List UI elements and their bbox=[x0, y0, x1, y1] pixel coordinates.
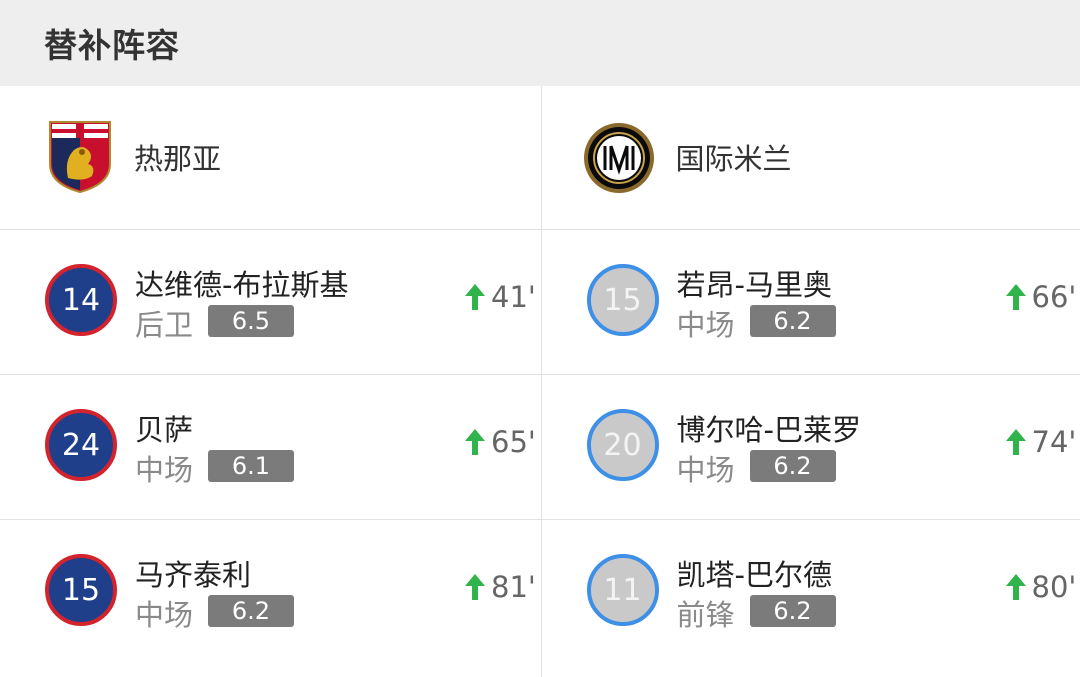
jersey-number-badge: 24 bbox=[45, 409, 117, 481]
rating-badge: 6.2 bbox=[749, 305, 836, 337]
sub-in-time: 80' bbox=[1004, 570, 1077, 604]
player-position: 中场 bbox=[676, 308, 735, 342]
sub-minute: 65' bbox=[491, 425, 536, 459]
away-substitute[interactable]: 15 若昂-马里奥 中场 6.2 66' bbox=[542, 230, 1080, 374]
sub-minute: 66' bbox=[1031, 280, 1077, 314]
player-position: 后卫 bbox=[135, 308, 194, 342]
player-name: 博尔哈-巴莱罗 bbox=[676, 413, 861, 447]
home-team-name: 热那亚 bbox=[134, 142, 222, 176]
teams-row: 热那亚 国际米兰 bbox=[0, 86, 1080, 230]
home-team-cell[interactable]: 热那亚 bbox=[0, 86, 541, 229]
away-team-cell[interactable]: 国际米兰 bbox=[542, 86, 1080, 229]
sub-in-time: 66' bbox=[1004, 280, 1077, 314]
jersey-number-badge: 20 bbox=[586, 409, 659, 481]
player-name: 贝萨 bbox=[135, 413, 194, 447]
player-name: 凯塔-巴尔德 bbox=[676, 558, 832, 592]
sub-in-arrow-icon bbox=[1005, 429, 1026, 455]
sub-in-time: 65' bbox=[463, 425, 536, 459]
jersey-number-badge: 11 bbox=[586, 554, 659, 626]
player-position: 中场 bbox=[135, 598, 194, 632]
sub-minute: 81' bbox=[491, 570, 536, 604]
substitutes-table: 热那亚 国际米兰 14 达维德-布拉斯基 后卫 6.5 41' 15 若昂-马里… bbox=[0, 86, 1080, 677]
rating-badge: 6.2 bbox=[749, 450, 836, 482]
player-position: 中场 bbox=[135, 453, 194, 487]
sub-minute: 80' bbox=[1031, 570, 1077, 604]
sub-minute: 74' bbox=[1031, 425, 1077, 459]
section-header: 替补阵容 bbox=[0, 0, 1080, 86]
rating-badge: 6.2 bbox=[208, 595, 294, 627]
player-name: 马齐泰利 bbox=[135, 558, 252, 592]
sub-in-arrow-icon bbox=[1005, 284, 1026, 310]
home-substitute[interactable]: 24 贝萨 中场 6.1 65' bbox=[0, 375, 541, 519]
home-substitute[interactable]: 15 马齐泰利 中场 6.2 81' bbox=[0, 520, 541, 665]
substitute-row: 15 马齐泰利 中场 6.2 81' 11 凯塔-巴尔德 前锋 6.2 80' bbox=[0, 520, 1080, 665]
away-team-name: 国际米兰 bbox=[675, 142, 792, 176]
sub-in-arrow-icon bbox=[1005, 574, 1026, 600]
sub-in-time: 74' bbox=[1004, 425, 1077, 459]
jersey-number-badge: 15 bbox=[586, 264, 659, 336]
away-substitute[interactable]: 20 博尔哈-巴莱罗 中场 6.2 74' bbox=[542, 375, 1080, 519]
sub-in-time: 41' bbox=[463, 280, 536, 314]
sub-in-arrow-icon bbox=[465, 429, 485, 455]
sub-in-time: 81' bbox=[463, 570, 536, 604]
substitute-row: 14 达维德-布拉斯基 后卫 6.5 41' 15 若昂-马里奥 中场 6.2 … bbox=[0, 230, 1080, 375]
player-name: 达维德-布拉斯基 bbox=[135, 268, 349, 302]
player-position: 前锋 bbox=[676, 598, 735, 632]
substitute-row: 24 贝萨 中场 6.1 65' 20 博尔哈-巴莱罗 中场 6.2 74' bbox=[0, 375, 1080, 520]
inter-crest-icon bbox=[583, 123, 654, 193]
away-substitute[interactable]: 11 凯塔-巴尔德 前锋 6.2 80' bbox=[542, 520, 1080, 665]
sub-in-arrow-icon bbox=[465, 284, 485, 310]
section-title: 替补阵容 bbox=[44, 26, 180, 65]
genoa-crest-icon bbox=[49, 121, 111, 194]
rating-badge: 6.2 bbox=[749, 595, 836, 627]
rating-badge: 6.5 bbox=[208, 305, 294, 337]
rating-badge: 6.1 bbox=[208, 450, 294, 482]
player-position: 中场 bbox=[676, 453, 735, 487]
sub-in-arrow-icon bbox=[465, 574, 485, 600]
player-name: 若昂-马里奥 bbox=[676, 268, 832, 302]
sub-minute: 41' bbox=[491, 280, 536, 314]
jersey-number-badge: 14 bbox=[45, 264, 117, 336]
jersey-number-badge: 15 bbox=[45, 554, 117, 626]
home-substitute[interactable]: 14 达维德-布拉斯基 后卫 6.5 41' bbox=[0, 230, 541, 374]
